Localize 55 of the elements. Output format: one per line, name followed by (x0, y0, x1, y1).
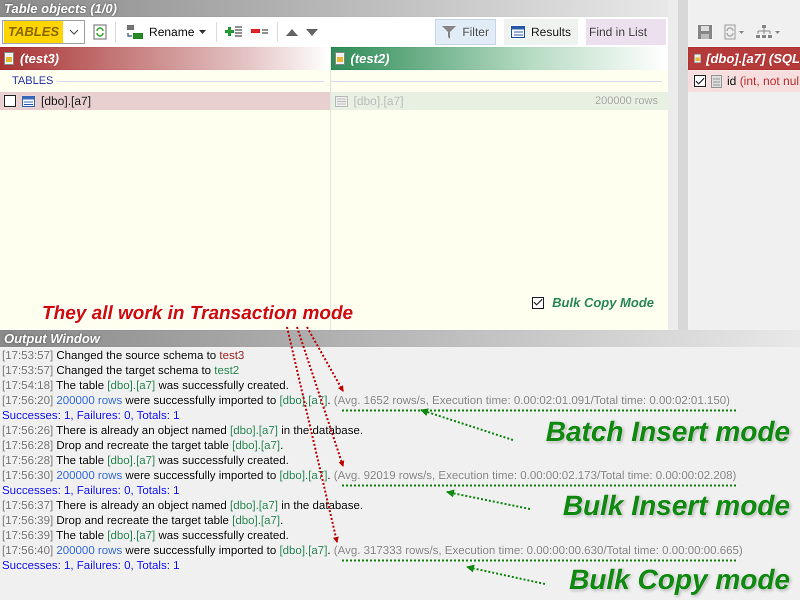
refresh-icon[interactable] (93, 24, 108, 40)
log-line: [17:56:30] 200000 rows were successfully imported to [dbo].[a7]. (Avg. 92019 rows/s, Execution time: 0.00:00:02.173/Total time: 0.00:00:02.208) (2, 469, 736, 484)
row-count: 200000 rows (595, 95, 658, 107)
column-name: id (int, not nul (727, 74, 800, 88)
source-schema-header: (test3) (0, 47, 330, 70)
add-item-icon[interactable] (225, 25, 244, 39)
bulk-copy-label: Bulk Copy Mode (552, 295, 654, 310)
results-button[interactable]: Results (504, 19, 578, 45)
grid-icon (510, 26, 525, 38)
column-checkbox[interactable] (694, 75, 706, 87)
move-up-icon[interactable] (286, 28, 298, 36)
caret-icon (199, 30, 206, 34)
table-details-header: [dbo].[a7] (SQL (688, 47, 800, 70)
log-line: [17:53:57] Changed the target schema to test2 (2, 364, 240, 379)
log-line: [17:53:57] Changed the source schema to test3 (2, 349, 244, 364)
filter-button[interactable]: Filter (435, 19, 496, 45)
rename-icon (126, 24, 144, 40)
bulk-copy-checkbox[interactable] (532, 296, 544, 308)
log-line: [17:56:40] 200000 rows were successfully imported to [dbo].[a7]. (Avg. 317333 rows/s, Execution time: 0.00:00:00.630/Total time: 0.00:00:00.665) (2, 544, 743, 559)
database-icon (334, 52, 344, 65)
log-line: Successes: 1, Failures: 0, Totals: 1 (2, 559, 180, 574)
find-field[interactable]: Find in List (586, 19, 666, 45)
group-label: TABLES (12, 75, 54, 87)
hierarchy-icon[interactable] (756, 25, 780, 39)
log-line: Successes: 1, Failures: 0, Totals: 1 (2, 484, 180, 499)
column-icon (711, 74, 722, 88)
move-down-icon[interactable] (306, 28, 318, 36)
log-line: [17:56:37] There is already an object named [dbo].[a7] in the database. (2, 499, 364, 514)
remove-item-icon[interactable] (251, 28, 270, 36)
database-icon (4, 52, 14, 65)
log-line: [17:56:26] There is already an object named [dbo].[a7] in the database. (2, 424, 364, 439)
checkbox[interactable] (4, 95, 16, 107)
source-table-row[interactable]: [dbo].[a7] (0, 92, 330, 110)
panel-title: Table objects (1/0) (0, 0, 668, 17)
annotation-label: Bulk Copy mode (569, 564, 790, 596)
annotation-note: They all work in Transaction mode (42, 303, 354, 325)
table-icon (334, 96, 348, 106)
save-icon[interactable] (698, 25, 712, 39)
log-line: [17:56:28] Drop and recreate the target table [dbo].[a7]. (2, 439, 284, 454)
log-line: [17:54:18] The table [dbo].[a7] was successfully created. (2, 379, 289, 394)
log-line: [17:56:39] Drop and recreate the target table [dbo].[a7]. (2, 514, 284, 529)
database-icon (694, 52, 702, 65)
caret-icon[interactable] (69, 29, 80, 35)
annotation-label: Bulk Insert mode (562, 490, 790, 522)
log-line: Successes: 1, Failures: 0, Totals: 1 (2, 409, 180, 424)
annotation-label: Batch Insert mode (546, 416, 790, 448)
output-title: Output Window (0, 330, 800, 347)
object-type-dropdown[interactable]: TABLES (2, 20, 86, 44)
table-name: [dbo].[a7] (41, 94, 92, 108)
target-schema-header: (test2) (330, 47, 668, 70)
rename-button[interactable]: Rename (124, 22, 208, 42)
log-line: [17:56:39] The table [dbo].[a7] was successfully created. (2, 529, 289, 544)
table-icon (22, 96, 35, 106)
log-line: [17:56:28] The table [dbo].[a7] was successfully created. (2, 454, 289, 469)
filter-icon (442, 26, 456, 38)
